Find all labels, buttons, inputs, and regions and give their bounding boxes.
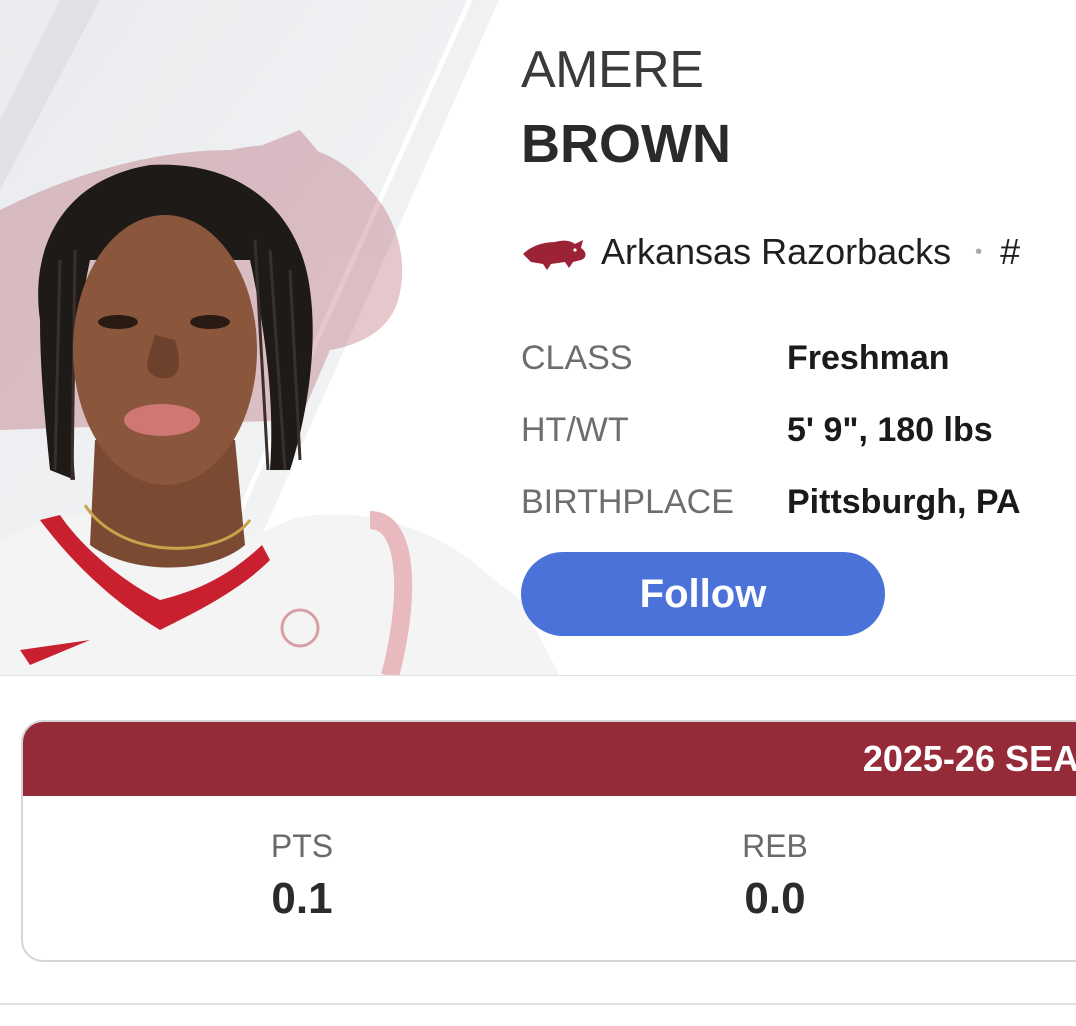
- player-bio: CLASS Freshman HT/WT 5' 9", 180 lbs BIRT…: [521, 322, 1076, 538]
- bio-label: HT/WT: [521, 410, 629, 449]
- season-title: 2025-26 SEASON: [862, 738, 1076, 779]
- bio-value: Freshman: [787, 338, 950, 377]
- season-stats-card[interactable]: 2025-26 SEASON PTS 0.1 REB 0.0: [21, 720, 1076, 962]
- team-row[interactable]: Arkansas Razorbacks • #: [521, 228, 1020, 276]
- stat-value: 0.0: [744, 874, 806, 923]
- bio-label: BIRTHPLACE: [521, 482, 734, 521]
- player-profile-page: AMERE BROWN Arkansas Razorbacks • # CLAS…: [0, 0, 1076, 1026]
- season-stats-body: PTS 0.1 REB 0.0: [23, 796, 1076, 960]
- follow-button[interactable]: Follow: [521, 552, 885, 636]
- player-last-name: BROWN: [521, 114, 731, 174]
- razorback-logo-icon: [523, 240, 586, 270]
- team-name-link[interactable]: Arkansas Razorbacks: [601, 231, 951, 273]
- player-first-name: AMERE: [521, 41, 704, 99]
- bio-row-height-weight: HT/WT 5' 9", 180 lbs: [521, 394, 1076, 466]
- section-divider: [0, 1003, 1076, 1005]
- bio-value: Pittsburgh, PA: [787, 482, 1021, 521]
- bio-row-birthplace: BIRTHPLACE Pittsburgh, PA: [521, 466, 1076, 538]
- jersey-number: #: [1000, 231, 1021, 272]
- stat-rebounds: REB 0.0: [625, 826, 925, 924]
- stat-label: PTS: [270, 828, 334, 864]
- season-stats-header: 2025-26 SEASON: [23, 722, 1076, 796]
- bio-label: CLASS: [521, 338, 633, 377]
- player-header: AMERE BROWN Arkansas Razorbacks • # CLAS…: [0, 0, 1076, 676]
- stat-points: PTS 0.1: [152, 826, 452, 924]
- separator-dot: •: [975, 240, 983, 263]
- stat-label: REB: [742, 828, 808, 864]
- header-divider: [0, 675, 1076, 676]
- player-headshot: [0, 164, 560, 676]
- player-photo-area: [0, 0, 560, 676]
- bio-row-class: CLASS Freshman: [521, 322, 1076, 394]
- stat-value: 0.1: [271, 874, 333, 923]
- player-info: AMERE BROWN Arkansas Razorbacks • # CLAS…: [521, 40, 1076, 636]
- bio-value: 5' 9", 180 lbs: [787, 410, 993, 449]
